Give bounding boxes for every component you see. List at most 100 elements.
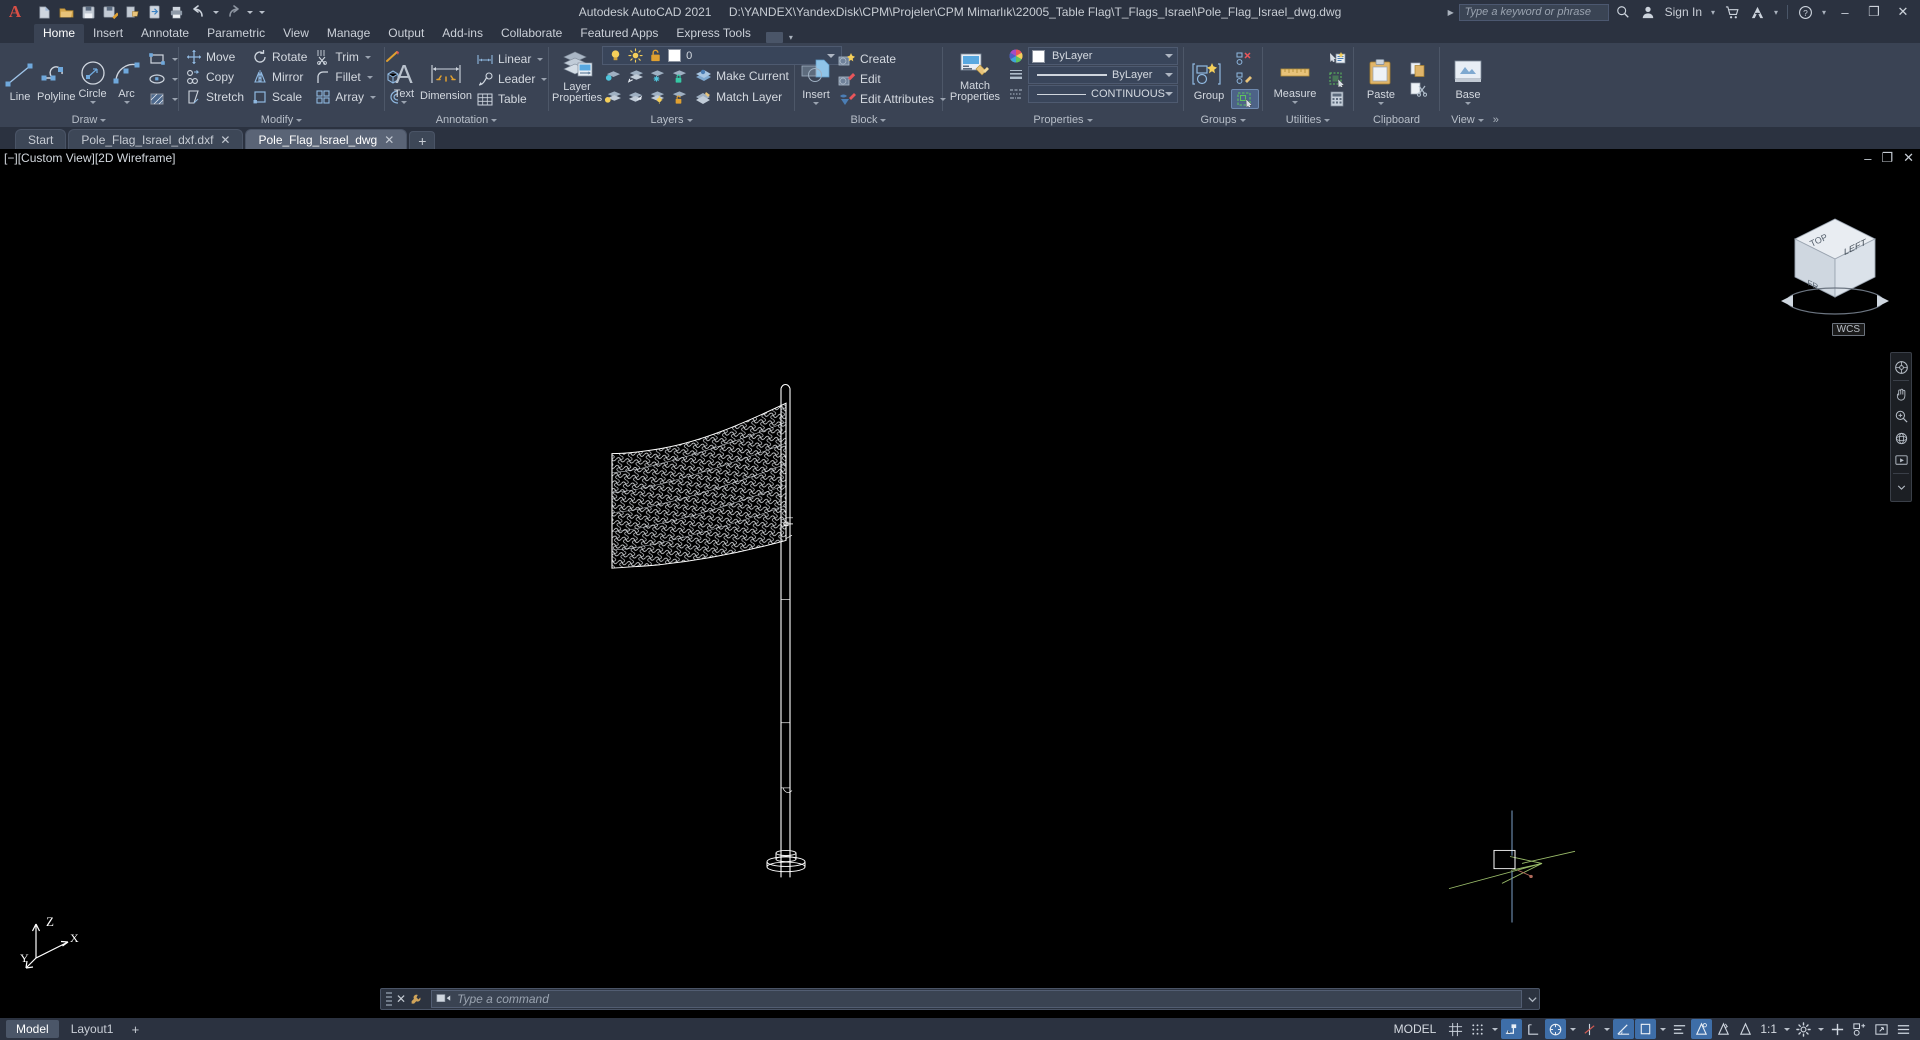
- panel-groups-title[interactable]: Groups: [1184, 113, 1262, 127]
- tab-featured-apps[interactable]: Featured Apps: [571, 24, 667, 43]
- unlock-icon[interactable]: [645, 47, 665, 65]
- color-wheel-icon[interactable]: [1006, 47, 1026, 65]
- modify-array-button[interactable]: Array: [311, 87, 380, 107]
- chevron-down-icon[interactable]: [171, 97, 178, 101]
- tab-express-tools[interactable]: Express Tools: [667, 24, 759, 43]
- draw-arc-button[interactable]: Arc: [110, 55, 144, 104]
- nav-dropdown-icon[interactable]: [1891, 476, 1911, 498]
- modify-rotate-button[interactable]: Rotate: [248, 47, 311, 67]
- file-tab-start[interactable]: Start: [15, 129, 67, 149]
- chevron-down-icon[interactable]: [89, 100, 96, 104]
- draw-line-button[interactable]: Line: [3, 56, 37, 103]
- layer-properties-button[interactable]: Layer Properties: [552, 46, 602, 104]
- new-layout-button[interactable]: +: [125, 1022, 145, 1037]
- block-edit-button[interactable]: Edit: [834, 69, 950, 89]
- viewport-minimize-button[interactable]: –: [1864, 151, 1871, 166]
- snap-dropdown-icon[interactable]: [1489, 1019, 1500, 1039]
- save-as-icon[interactable]: [100, 2, 121, 23]
- minimize-button[interactable]: –: [1832, 1, 1858, 23]
- annotation-leader-button[interactable]: Leader: [472, 69, 551, 89]
- ribbon-workspace-icon[interactable]: [765, 32, 783, 43]
- measure-button[interactable]: Measure: [1266, 55, 1324, 104]
- tab-parametric[interactable]: Parametric: [198, 24, 274, 43]
- open-file-icon[interactable]: [56, 2, 77, 23]
- tab-collaborate[interactable]: Collaborate: [492, 24, 571, 43]
- panel-modify-title[interactable]: Modify: [179, 113, 384, 127]
- chevron-down-icon[interactable]: [100, 118, 107, 122]
- chevron-down-icon[interactable]: [296, 118, 303, 122]
- select-all-button[interactable]: [1324, 69, 1350, 89]
- command-input-wrap[interactable]: [431, 990, 1522, 1008]
- autodesk-app-icon[interactable]: [1746, 2, 1768, 22]
- isolate-objects-icon[interactable]: [1849, 1019, 1870, 1039]
- polar-tracking-toggle[interactable]: [1613, 1019, 1635, 1039]
- calculator-button[interactable]: [1324, 89, 1350, 109]
- print-icon[interactable]: [166, 2, 187, 23]
- undo-icon[interactable]: [188, 2, 209, 23]
- base-view-button[interactable]: Base: [1443, 54, 1493, 105]
- annotation-table-button[interactable]: Table: [472, 89, 551, 109]
- annotation-scale-value[interactable]: 1:1: [1757, 1022, 1780, 1036]
- viewport-visualstyle-control[interactable]: [2D Wireframe]: [95, 151, 176, 165]
- snap-mode-toggle[interactable]: [1467, 1019, 1488, 1039]
- chevron-down-icon[interactable]: [370, 95, 377, 99]
- panel-draw-title[interactable]: Draw: [0, 113, 178, 127]
- layer-make-current-button[interactable]: Make Current: [690, 66, 793, 86]
- grid-display-toggle[interactable]: [1445, 1019, 1466, 1039]
- copy-clip-button[interactable]: [1405, 59, 1431, 79]
- search-input[interactable]: [1464, 6, 1603, 18]
- autocad-logo-icon[interactable]: A: [0, 0, 30, 24]
- chevron-down-icon[interactable]: [1239, 118, 1246, 122]
- sign-in-button[interactable]: Sign In: [1662, 5, 1705, 19]
- modify-move-button[interactable]: Move: [182, 47, 248, 67]
- search-icon[interactable]: [1612, 2, 1634, 22]
- app-dropdown-icon[interactable]: ▾: [1771, 8, 1781, 17]
- modify-scale-button[interactable]: Scale: [248, 87, 311, 107]
- ungroup-button[interactable]: [1231, 49, 1259, 69]
- orbit-icon[interactable]: [1891, 427, 1911, 449]
- panel-properties-title[interactable]: Properties: [943, 113, 1183, 127]
- block-insert-button[interactable]: Insert: [798, 54, 834, 105]
- file-tab-dwg[interactable]: Pole_Flag_Israel_dwg ✕: [245, 129, 408, 149]
- chevron-down-icon[interactable]: [1378, 101, 1384, 105]
- iso-dropdown-icon[interactable]: [1657, 1019, 1668, 1039]
- layer-unisolate-icon[interactable]: [624, 88, 644, 106]
- new-document-tab-button[interactable]: +: [409, 131, 436, 149]
- tab-output[interactable]: Output: [379, 24, 433, 43]
- restore-button[interactable]: ❐: [1861, 1, 1887, 23]
- block-create-button[interactable]: Create: [834, 49, 950, 69]
- tab-annotate[interactable]: Annotate: [132, 24, 198, 43]
- panel-utilities-title[interactable]: Utilities: [1263, 113, 1353, 127]
- layer-thaw-icon[interactable]: [646, 88, 666, 106]
- chevron-down-icon[interactable]: [1165, 54, 1173, 58]
- layer-off-icon[interactable]: [602, 67, 622, 85]
- chevron-down-icon[interactable]: [537, 57, 544, 61]
- workspace-switching-icon[interactable]: [1793, 1019, 1814, 1039]
- modify-stretch-button[interactable]: Stretch: [182, 87, 248, 107]
- modify-mirror-button[interactable]: Mirror: [248, 67, 311, 87]
- ribbon-overflow-icon[interactable]: »: [1493, 114, 1499, 126]
- object-snap-tracking-toggle[interactable]: [1669, 1019, 1690, 1039]
- qat-customize-icon[interactable]: [256, 2, 267, 23]
- autodesk-store-icon[interactable]: [1721, 2, 1743, 22]
- paste-button[interactable]: Paste: [1357, 54, 1405, 105]
- chevron-down-icon[interactable]: [171, 57, 178, 61]
- tab-home[interactable]: Home: [34, 24, 85, 43]
- layer-match-layer-button[interactable]: Match Layer: [690, 87, 786, 107]
- layer-lock-icon[interactable]: [668, 67, 688, 85]
- block-edit-attributes-button[interactable]: Edit Attributes: [834, 89, 950, 109]
- modify-fillet-button[interactable]: Fillet: [311, 67, 380, 87]
- user-account-icon[interactable]: [1637, 2, 1659, 22]
- model-paper-toggle[interactable]: MODEL: [1386, 1022, 1445, 1036]
- dynamic-ucs-toggle[interactable]: [1523, 1019, 1544, 1039]
- quick-select-button[interactable]: [1324, 49, 1350, 69]
- group-edit-button[interactable]: [1231, 69, 1259, 89]
- transparency-toggle[interactable]: [1713, 1019, 1734, 1039]
- panel-layers-title[interactable]: Layers: [549, 113, 794, 127]
- showmotion-icon[interactable]: [1891, 449, 1911, 471]
- tab-manage[interactable]: Manage: [318, 24, 379, 43]
- viewport-close-button[interactable]: ✕: [1903, 150, 1914, 166]
- layer-freeze-icon[interactable]: [646, 67, 666, 85]
- chevron-down-icon[interactable]: [1477, 118, 1484, 122]
- chevron-down-icon[interactable]: [171, 77, 178, 81]
